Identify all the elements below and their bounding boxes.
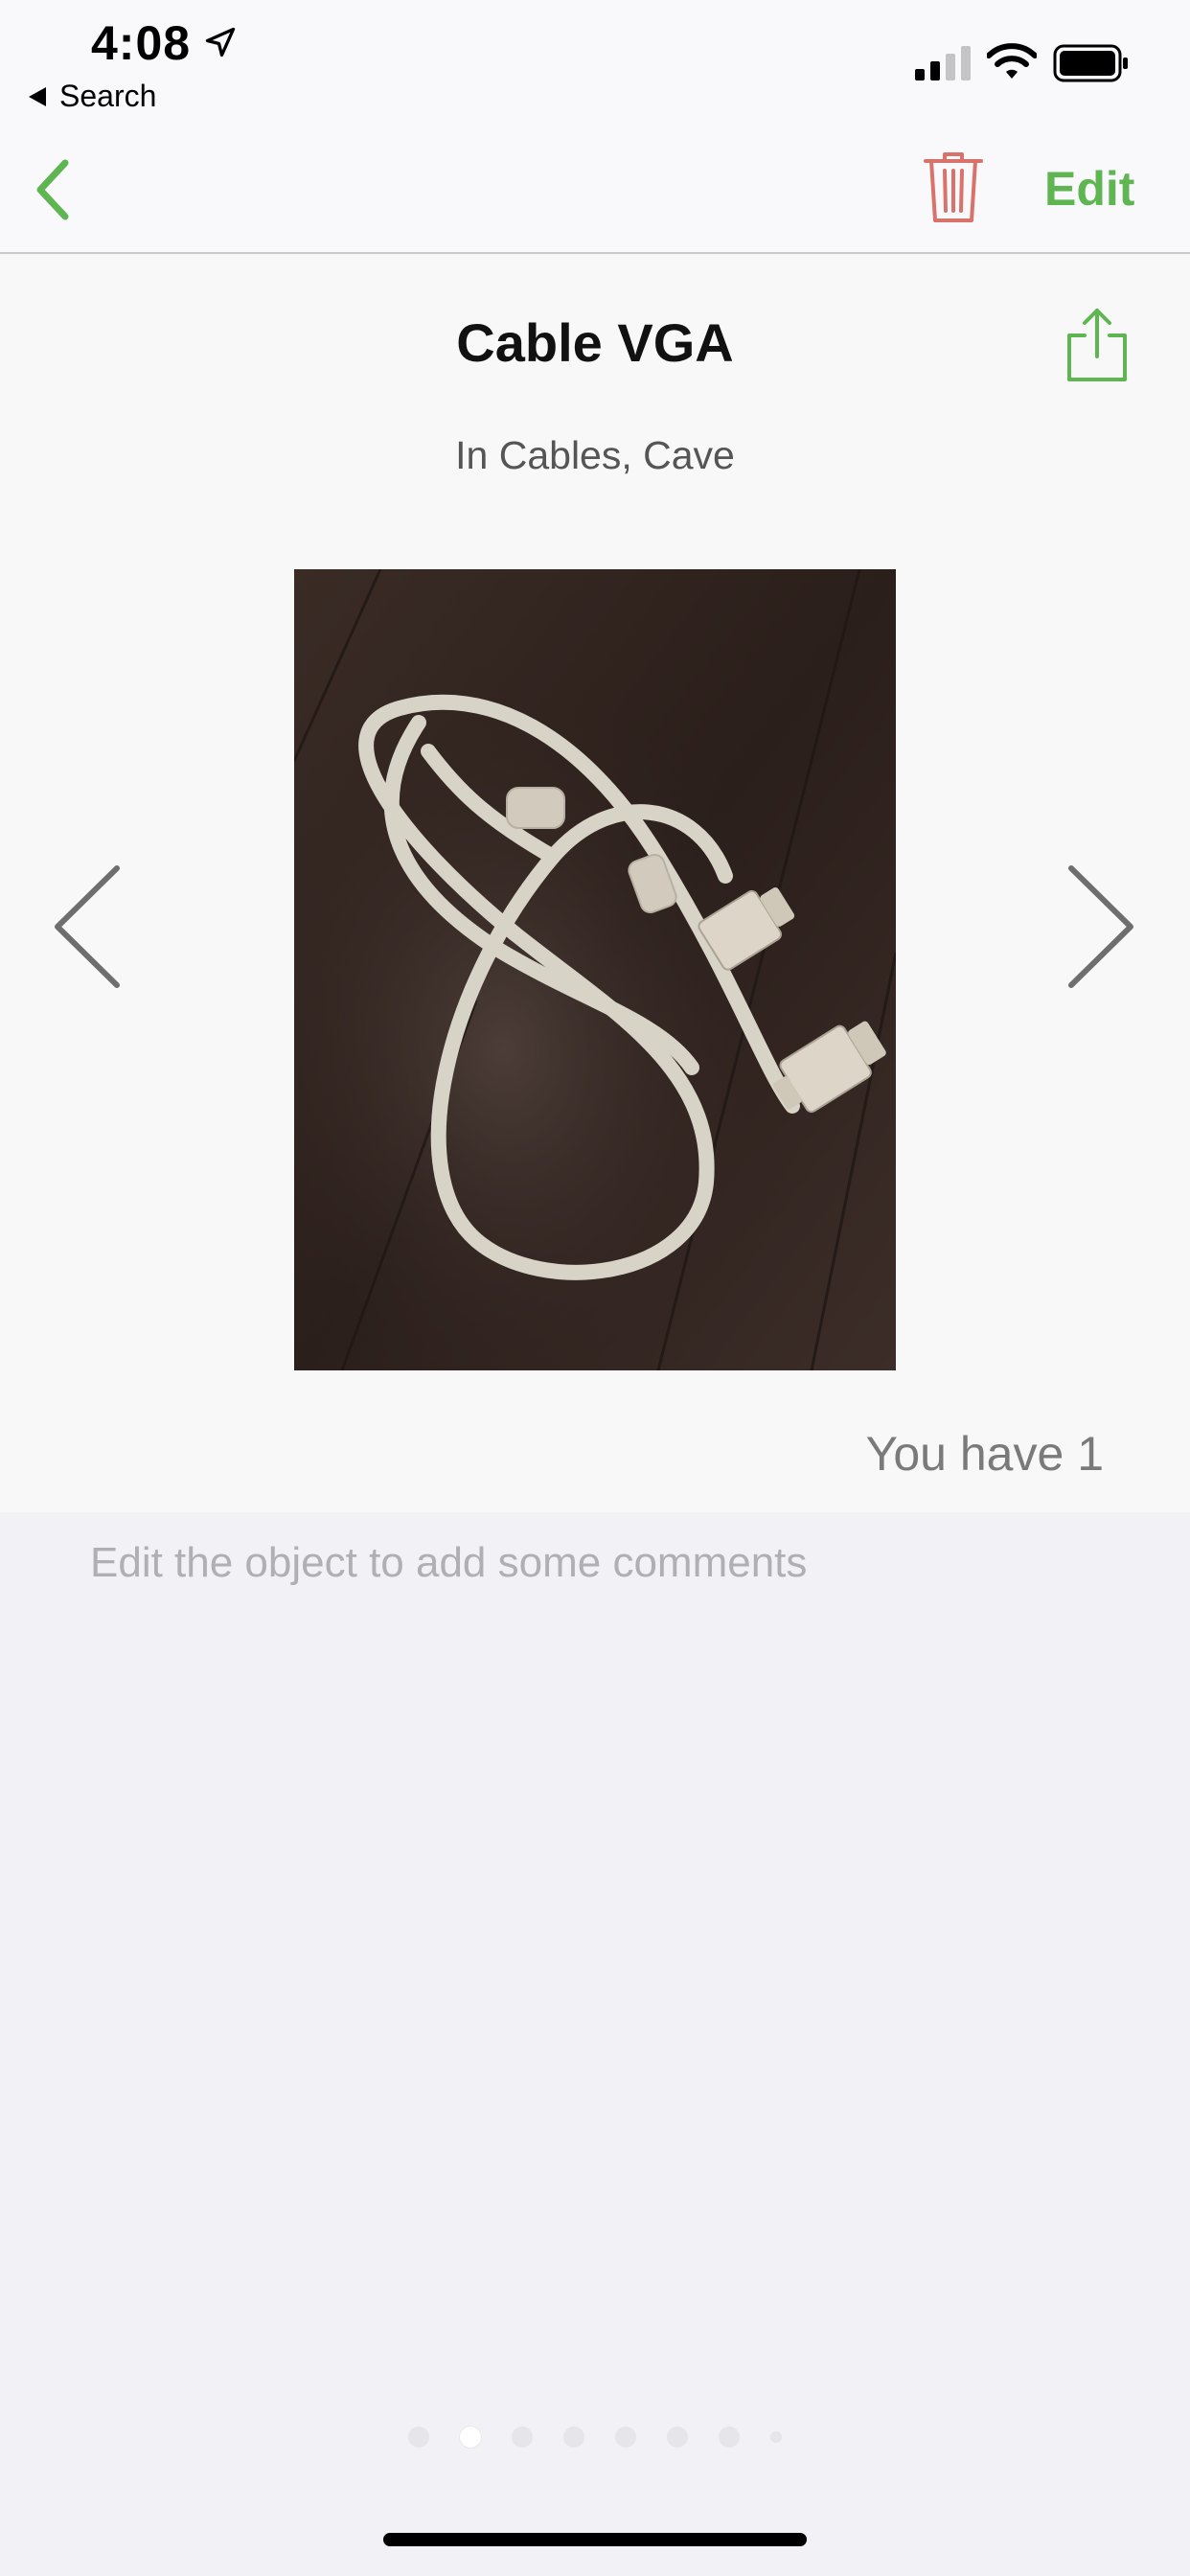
wifi-icon xyxy=(987,43,1037,79)
item-title: Cable VGA xyxy=(456,312,734,373)
previous-photo-arrow-icon[interactable] xyxy=(54,864,123,989)
page-dot[interactable] xyxy=(512,2426,533,2448)
item-quantity: You have 1 xyxy=(865,1427,1104,1481)
location-arrow-icon xyxy=(205,27,236,58)
vga-cable-photo xyxy=(294,569,896,1370)
item-location: In Cables, Cave xyxy=(455,433,735,477)
share-icon[interactable] xyxy=(1064,307,1131,383)
item-photo xyxy=(294,569,896,1370)
page-dot[interactable] xyxy=(667,2426,688,2448)
chevron-left-icon[interactable] xyxy=(31,155,75,224)
battery-icon xyxy=(1053,44,1128,82)
back-to-search-link[interactable]: Search xyxy=(29,79,156,114)
edit-button[interactable]: Edit xyxy=(1044,161,1134,217)
status-time: 4:08 xyxy=(91,16,192,70)
trash-icon[interactable] xyxy=(922,151,985,224)
signal-icon xyxy=(915,46,971,80)
next-photo-arrow-icon[interactable] xyxy=(1065,864,1134,989)
page-dot[interactable] xyxy=(615,2426,636,2448)
back-app-label: Search xyxy=(59,79,157,113)
page-dot[interactable] xyxy=(408,2426,429,2448)
page-dot[interactable] xyxy=(563,2426,584,2448)
back-triangle-icon xyxy=(29,86,46,106)
navigation-bar xyxy=(0,125,1190,254)
page-dot[interactable] xyxy=(770,2431,782,2443)
comments-placeholder: Edit the object to add some comments xyxy=(90,1539,808,1586)
page-dot-active[interactable] xyxy=(460,2426,481,2448)
page-dot[interactable] xyxy=(719,2426,740,2448)
home-indicator[interactable] xyxy=(383,2533,807,2546)
page-indicator[interactable] xyxy=(0,2426,1190,2448)
